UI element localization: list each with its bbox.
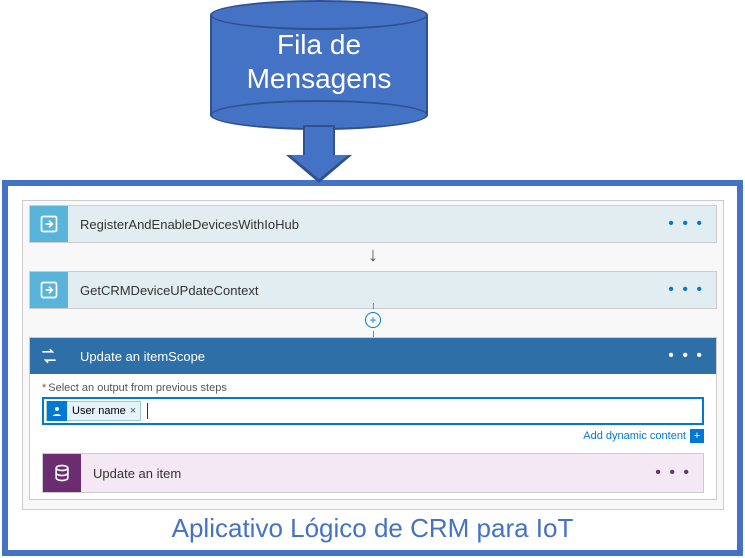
required-mark: *: [42, 382, 46, 394]
step-title: RegisterAndEnableDevicesWithIoHub: [68, 217, 656, 232]
text-cursor: [147, 403, 148, 419]
scope-header[interactable]: Update an itemScope • • •: [30, 338, 716, 374]
field-label: *Select an output from previous steps: [42, 382, 704, 394]
loop-icon: [30, 338, 68, 374]
plus-square-icon: +: [690, 429, 704, 443]
chip-label: User name: [72, 405, 126, 417]
flow-arrow-down: [286, 125, 352, 185]
flow-icon: [30, 206, 68, 242]
substep-title: Update an item: [81, 466, 643, 481]
logic-app-frame: RegisterAndEnableDevicesWithIoHub • • • …: [2, 180, 743, 556]
person-icon: [47, 401, 67, 421]
substep-update-item[interactable]: Update an item • • •: [42, 453, 704, 493]
flow-icon: [30, 272, 68, 308]
scope-body: *Select an output from previous steps Us…: [30, 374, 716, 499]
add-dynamic-content-link[interactable]: Add dynamic content+: [42, 429, 704, 443]
add-step-connector: +: [23, 309, 723, 331]
step-title: GetCRMDeviceUPdateContext: [68, 283, 656, 298]
scope-update-item: Update an itemScope • • • *Select an out…: [29, 337, 717, 500]
output-select-input[interactable]: User name ×: [42, 397, 704, 425]
ellipsis-icon[interactable]: • • •: [656, 215, 716, 233]
scope-title: Update an itemScope: [68, 349, 656, 364]
ellipsis-icon[interactable]: • • •: [656, 281, 716, 299]
connector-arrow-icon: ↓: [23, 243, 723, 267]
logic-app-canvas: RegisterAndEnableDevicesWithIoHub • • • …: [22, 200, 724, 510]
ellipsis-icon[interactable]: • • •: [643, 464, 703, 482]
cylinder-label: Fila de Mensagens: [210, 28, 428, 95]
cylinder-top: [210, 0, 428, 30]
message-queue-cylinder: Fila de Mensagens: [210, 0, 428, 130]
ellipsis-icon[interactable]: • • •: [656, 347, 716, 365]
add-step-button[interactable]: +: [365, 312, 381, 328]
frame-caption: Aplicativo Lógico de CRM para IoT: [8, 513, 737, 544]
chip-remove-icon[interactable]: ×: [130, 405, 136, 417]
database-icon: [43, 454, 81, 492]
step-register-devices[interactable]: RegisterAndEnableDevicesWithIoHub • • •: [29, 205, 717, 243]
token-chip-username[interactable]: User name ×: [46, 401, 141, 421]
